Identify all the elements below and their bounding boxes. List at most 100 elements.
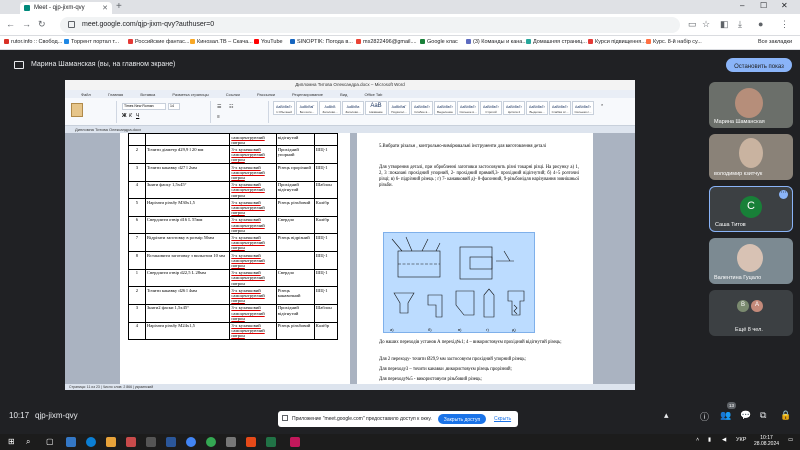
task-view-icon[interactable]: ▢ — [46, 437, 56, 447]
downloads-icon[interactable]: ⤓ — [738, 19, 742, 30]
bookmark-item[interactable]: (3) Команды и кана... — [466, 39, 527, 45]
reload-icon[interactable]: ↻ — [38, 19, 46, 30]
style-gallery-item[interactable]: AaBbВв Заголово... — [342, 101, 364, 115]
meeting-info-icon[interactable]: ⓘ — [700, 410, 709, 423]
font-name-field[interactable]: Times New Roman — [122, 103, 166, 110]
chat-icon[interactable]: 💬 — [740, 410, 751, 421]
browser-tab[interactable]: Meet - qjp-jixm-qvy ✕ — [20, 2, 112, 14]
word-document-tab[interactable]: Дипломна Титова Олександра.docx — [65, 126, 635, 133]
participant-tile[interactable]: С ⋯ Саша Титов — [709, 186, 793, 232]
network-icon[interactable]: ▮ — [708, 437, 711, 443]
ribbon-tab[interactable]: Главная — [108, 92, 123, 97]
ribbon-tab[interactable]: Разметка страницы — [172, 92, 208, 97]
paste-icon[interactable] — [71, 103, 83, 117]
search-icon[interactable]: ⌕ — [26, 437, 36, 447]
style-gallery-item[interactable]: AaBbВвГг Выделен... — [526, 101, 548, 115]
align-icon[interactable]: ≡ — [217, 114, 220, 120]
underline-icon[interactable]: Ч — [136, 113, 139, 119]
bookmark-item[interactable]: Курси підвищення... — [588, 39, 646, 45]
italic-icon[interactable]: К — [129, 113, 132, 119]
style-gallery-item[interactable]: AaBbВвГ Без инте... — [296, 101, 318, 115]
ribbon-tab[interactable]: Office Tab — [364, 92, 382, 97]
all-bookmarks-button[interactable]: Все закладки — [758, 39, 792, 45]
maximize-icon[interactable]: ☐ — [760, 1, 767, 10]
edge-icon[interactable] — [86, 437, 96, 447]
stop-sharing-access-button[interactable]: Закрыть доступ — [438, 414, 486, 424]
forward-icon[interactable]: → — [22, 19, 31, 29]
ribbon-tab[interactable]: Рецензирование — [292, 92, 323, 97]
bookmark-item[interactable]: Торрент портал т... — [64, 39, 119, 45]
app-icon[interactable] — [290, 437, 300, 447]
back-icon[interactable]: ← — [6, 19, 15, 29]
style-gallery-item[interactable]: AaBbВвГг Цитата 2 — [503, 101, 525, 115]
numbering-icon[interactable]: ☷ — [229, 104, 233, 110]
style-gallery-item[interactable]: AaBbВвГг Сильная с... — [572, 101, 594, 115]
table-cell-fix: 3-х кулачковий самоцентруючий патрон — [229, 163, 277, 182]
participant-tile[interactable]: Валентина Гуцало — [709, 238, 793, 284]
style-gallery-item[interactable]: AaBbВвГг Выделение — [434, 101, 456, 115]
tray-chevron-icon[interactable]: ˄ — [696, 437, 699, 443]
participant-tile[interactable]: володимир кзитчук — [709, 134, 793, 180]
bold-icon[interactable]: Ж — [122, 113, 127, 119]
url-field[interactable]: meet.google.com/qjp-jixm-qvy?authuser=0 — [60, 17, 680, 33]
chrome-icon[interactable] — [186, 437, 196, 447]
app-icon[interactable] — [126, 437, 136, 447]
ribbon-tab[interactable]: Ссылки — [226, 92, 240, 97]
bookmark-item[interactable]: ms2822496@gmail.... — [356, 39, 417, 45]
style-gallery-item[interactable]: AaB Название — [365, 101, 387, 115]
extensions-icon[interactable]: ◧ — [720, 19, 729, 30]
close-tab-icon[interactable]: ✕ — [102, 4, 108, 12]
bookmark-item[interactable]: YouTube — [254, 39, 283, 45]
bookmark-item[interactable]: Кинозал.ТВ – Скача... — [190, 39, 253, 45]
hide-notice-link[interactable]: Скрыть — [494, 416, 511, 422]
profile-icon[interactable]: ● — [758, 19, 763, 29]
editing-group-icon[interactable]: ⌕ — [601, 102, 629, 120]
style-gallery-item[interactable]: AaBbВвГг Строгий — [480, 101, 502, 115]
stop-presenting-button[interactable]: Остановить показ — [726, 58, 792, 72]
font-size-field[interactable]: 14 — [168, 103, 180, 110]
bookmark-star-icon[interactable]: ☆ — [702, 19, 710, 30]
folder-icon[interactable] — [106, 437, 116, 447]
menu-kebab-icon[interactable]: ⋮ — [780, 19, 789, 30]
bookmark-item[interactable]: Домашняя страниц... — [526, 39, 587, 45]
app-icon[interactable] — [246, 437, 256, 447]
excel-icon[interactable] — [266, 437, 276, 447]
bookmark-item[interactable]: Российские фантас... — [128, 39, 189, 45]
bookmark-item[interactable]: Google клас — [420, 39, 458, 45]
explorer-icon[interactable] — [66, 437, 76, 447]
activities-icon[interactable]: ⧉ — [760, 410, 766, 421]
bookmark-item[interactable]: SINOPTIK: Погода в... — [290, 39, 353, 45]
style-gallery-item[interactable]: AaBbВ Заголово... — [319, 101, 341, 115]
ribbon-tab[interactable]: Вид — [340, 92, 347, 97]
style-gallery-item[interactable]: AaBbВвГ Подзагол... — [388, 101, 410, 115]
store-icon[interactable] — [146, 437, 156, 447]
ribbon-tab[interactable]: Рассылки — [257, 92, 275, 97]
app-icon[interactable] — [226, 437, 236, 447]
bullets-icon[interactable]: ☰ — [217, 104, 221, 110]
start-icon[interactable]: ⊞ — [8, 437, 18, 447]
style-gallery-item[interactable]: AaBbВвГг Сильное в... — [457, 101, 479, 115]
style-gallery-item[interactable]: AaBbВвГг Слабое в... — [411, 101, 433, 115]
bookmark-item[interactable]: Курс. 8-й набір су... — [646, 39, 702, 45]
volume-icon[interactable]: ◀ — [722, 437, 726, 443]
cast-icon[interactable]: ▭ — [688, 19, 697, 30]
word-icon[interactable] — [166, 437, 176, 447]
host-controls-icon[interactable]: 🔒 — [780, 410, 791, 421]
notifications-icon[interactable]: ▭ — [788, 437, 793, 443]
ribbon-tab[interactable]: Файл — [81, 92, 91, 97]
people-icon[interactable]: 👥 — [720, 410, 731, 421]
more-options-icon[interactable]: ⋯ — [779, 190, 788, 199]
new-tab-icon[interactable]: + — [116, 1, 122, 12]
site-info-icon[interactable] — [68, 21, 75, 28]
participant-overflow-tile[interactable]: В А Ещё 8 чел. — [709, 290, 793, 336]
chrome-profile-icon[interactable] — [206, 437, 216, 447]
ribbon-tab[interactable]: Вставка — [140, 92, 155, 97]
style-gallery-item[interactable]: AaBbВвГг Слабая сс... — [549, 101, 571, 115]
keyboard-language[interactable]: УКР — [736, 437, 746, 443]
close-window-icon[interactable]: ✕ — [781, 1, 788, 10]
bookmark-item[interactable]: rutor.info :: Свобод... — [4, 39, 62, 45]
taskbar-clock[interactable]: 10:17 28.08.2024 — [754, 435, 779, 447]
participant-tile[interactable]: Марина Шаманская — [709, 82, 793, 128]
minimize-icon[interactable]: – — [740, 1, 744, 10]
style-gallery-item[interactable]: AaBbВвГг 1 Обычный — [273, 101, 295, 115]
